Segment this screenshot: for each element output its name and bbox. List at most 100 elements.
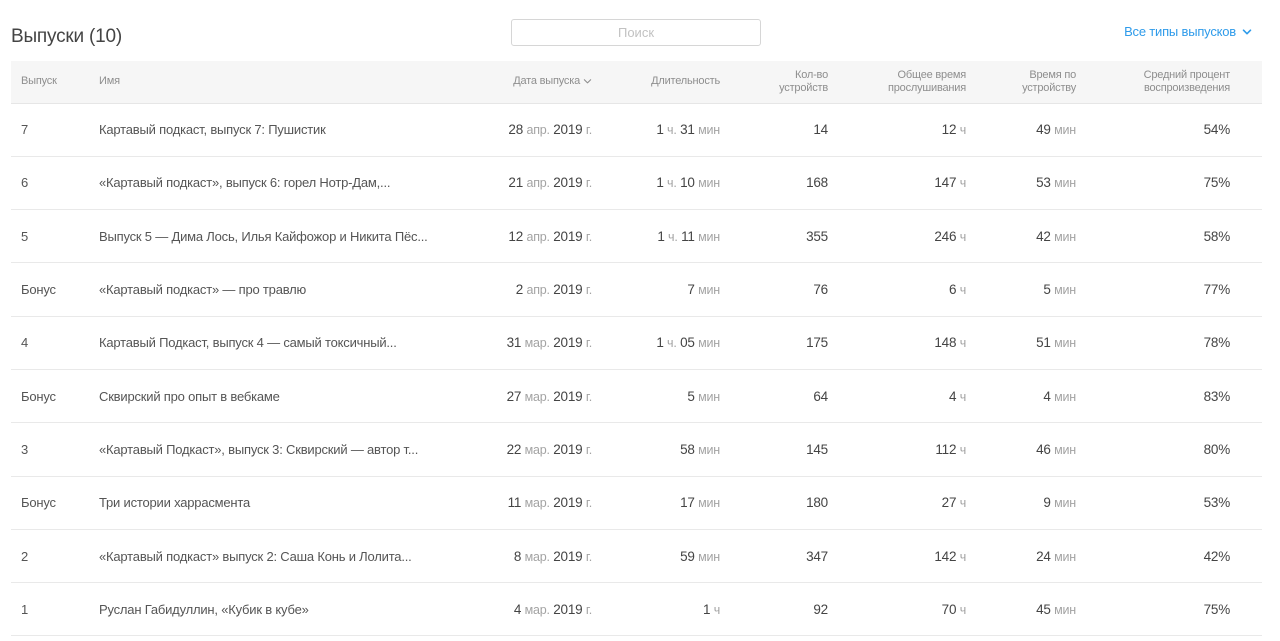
episode-name[interactable]: Три истории харрасмента <box>89 476 441 530</box>
duration: 5 мин <box>592 369 720 424</box>
total-listening: 6 ч <box>828 262 966 317</box>
avg-percent: 42% <box>1076 529 1262 584</box>
duration: 58 мин <box>592 422 720 477</box>
devices-count: 180 <box>720 476 828 530</box>
episode-number: Бонус <box>11 369 89 424</box>
time-per-device: 42 мин <box>966 209 1076 264</box>
duration: 1 ч. 31 мин <box>592 103 720 157</box>
episode-name[interactable]: Сквирский про опыт в вебкаме <box>89 369 441 424</box>
table-header: Выпуск Имя Дата выпуска Длительность Кол… <box>11 61 1262 104</box>
duration: 1 ч. 11 мин <box>592 209 720 264</box>
episode-number: Бонус <box>11 476 89 530</box>
chevron-down-icon <box>1242 28 1252 34</box>
column-episode[interactable]: Выпуск <box>11 61 89 104</box>
duration: 1 ч <box>592 582 720 637</box>
time-per-device: 24 мин <box>966 529 1076 584</box>
time-per-device: 4 мин <box>966 369 1076 424</box>
devices-count: 14 <box>720 103 828 157</box>
episode-name[interactable]: «Картавый подкаст», выпуск 6: горел Нотр… <box>89 156 441 211</box>
episode-type-filter[interactable]: Все типы выпусков <box>1124 24 1252 39</box>
column-avg-percent[interactable]: Средний процент воспроизведения <box>1076 61 1262 104</box>
column-devices[interactable]: Кол-во устройств <box>720 61 828 104</box>
table-row[interactable]: Бонус «Картавый подкаст» — про травлю 2 … <box>11 262 1262 317</box>
release-date: 21 апр. 2019 г. <box>441 156 592 211</box>
time-per-device: 51 мин <box>966 316 1076 370</box>
duration: 17 мин <box>592 476 720 530</box>
total-listening: 142 ч <box>828 529 966 584</box>
release-date: 31 мар. 2019 г. <box>441 316 592 370</box>
table-row[interactable]: 4 Картавый Подкаст, выпуск 4 — самый ток… <box>11 316 1262 370</box>
episode-name[interactable]: Руслан Габидуллин, «Кубик в кубе» <box>89 582 441 637</box>
devices-count: 355 <box>720 209 828 264</box>
episode-name[interactable]: «Картавый Подкаст», выпуск 3: Сквирский … <box>89 422 441 477</box>
total-listening: 70 ч <box>828 582 966 637</box>
total-listening: 27 ч <box>828 476 966 530</box>
devices-count: 347 <box>720 529 828 584</box>
release-date: 11 мар. 2019 г. <box>441 476 592 530</box>
release-date: 2 апр. 2019 г. <box>441 262 592 317</box>
devices-count: 145 <box>720 422 828 477</box>
release-date: 8 мар. 2019 г. <box>441 529 592 584</box>
duration: 7 мин <box>592 262 720 317</box>
devices-count: 92 <box>720 582 828 637</box>
episode-name[interactable]: «Картавый подкаст» — про травлю <box>89 262 441 317</box>
time-per-device: 9 мин <box>966 476 1076 530</box>
episode-number: 7 <box>11 103 89 157</box>
devices-count: 76 <box>720 262 828 317</box>
avg-percent: 80% <box>1076 422 1262 477</box>
duration: 59 мин <box>592 529 720 584</box>
chevron-down-icon <box>583 79 592 84</box>
duration: 1 ч. 10 мин <box>592 156 720 211</box>
devices-count: 168 <box>720 156 828 211</box>
column-name[interactable]: Имя <box>89 61 441 104</box>
total-listening: 4 ч <box>828 369 966 424</box>
table-row[interactable]: Бонус Сквирский про опыт в вебкаме 27 ма… <box>11 369 1262 424</box>
avg-percent: 75% <box>1076 156 1262 211</box>
avg-percent: 53% <box>1076 476 1262 530</box>
column-duration[interactable]: Длительность <box>592 61 720 104</box>
page-title: Выпуски (10) <box>11 26 122 47</box>
release-date: 27 мар. 2019 г. <box>441 369 592 424</box>
release-date: 22 мар. 2019 г. <box>441 422 592 477</box>
episode-name[interactable]: Выпуск 5 — Дима Лось, Илья Кайфожор и Ни… <box>89 209 441 264</box>
column-total-listening[interactable]: Общее время прослушивания <box>828 61 966 104</box>
table-row[interactable]: 5 Выпуск 5 — Дима Лось, Илья Кайфожор и … <box>11 209 1262 264</box>
avg-percent: 75% <box>1076 582 1262 637</box>
duration: 1 ч. 05 мин <box>592 316 720 370</box>
table-row[interactable]: 1 Руслан Габидуллин, «Кубик в кубе» 4 ма… <box>11 582 1262 637</box>
avg-percent: 54% <box>1076 103 1262 157</box>
table-row[interactable]: 6 «Картавый подкаст», выпуск 6: горел Но… <box>11 156 1262 211</box>
avg-percent: 83% <box>1076 369 1262 424</box>
devices-count: 175 <box>720 316 828 370</box>
episodes-table: Выпуск Имя Дата выпуска Длительность Кол… <box>11 61 1262 637</box>
total-listening: 246 ч <box>828 209 966 264</box>
total-listening: 147 ч <box>828 156 966 211</box>
episode-number: 1 <box>11 582 89 637</box>
search-input[interactable] <box>511 19 761 46</box>
episode-name[interactable]: Картавый подкаст, выпуск 7: Пушистик <box>89 103 441 157</box>
table-body: 7 Картавый подкаст, выпуск 7: Пушистик 2… <box>11 103 1262 637</box>
episode-name[interactable]: «Картавый подкаст» выпуск 2: Саша Конь и… <box>89 529 441 584</box>
table-row[interactable]: Бонус Три истории харрасмента 11 мар. 20… <box>11 476 1262 530</box>
column-time-per-device[interactable]: Время по устройству <box>966 61 1076 104</box>
table-row[interactable]: 7 Картавый подкаст, выпуск 7: Пушистик 2… <box>11 103 1262 157</box>
episode-number: Бонус <box>11 262 89 317</box>
time-per-device: 53 мин <box>966 156 1076 211</box>
episode-name[interactable]: Картавый Подкаст, выпуск 4 — самый токси… <box>89 316 441 370</box>
episode-number: 2 <box>11 529 89 584</box>
column-date[interactable]: Дата выпуска <box>441 61 592 104</box>
episodes-page: Выпуски (10) Все типы выпусков Выпуск Им… <box>0 0 1280 641</box>
release-date: 28 апр. 2019 г. <box>441 103 592 157</box>
time-per-device: 49 мин <box>966 103 1076 157</box>
episode-number: 5 <box>11 209 89 264</box>
total-listening: 112 ч <box>828 422 966 477</box>
time-per-device: 5 мин <box>966 262 1076 317</box>
episode-number: 4 <box>11 316 89 370</box>
episode-number: 6 <box>11 156 89 211</box>
sort-date-button[interactable]: Дата выпуска <box>513 75 592 88</box>
total-listening: 12 ч <box>828 103 966 157</box>
release-date: 4 мар. 2019 г. <box>441 582 592 637</box>
avg-percent: 78% <box>1076 316 1262 370</box>
table-row[interactable]: 2 «Картавый подкаст» выпуск 2: Саша Конь… <box>11 529 1262 584</box>
table-row[interactable]: 3 «Картавый Подкаст», выпуск 3: Сквирски… <box>11 422 1262 477</box>
